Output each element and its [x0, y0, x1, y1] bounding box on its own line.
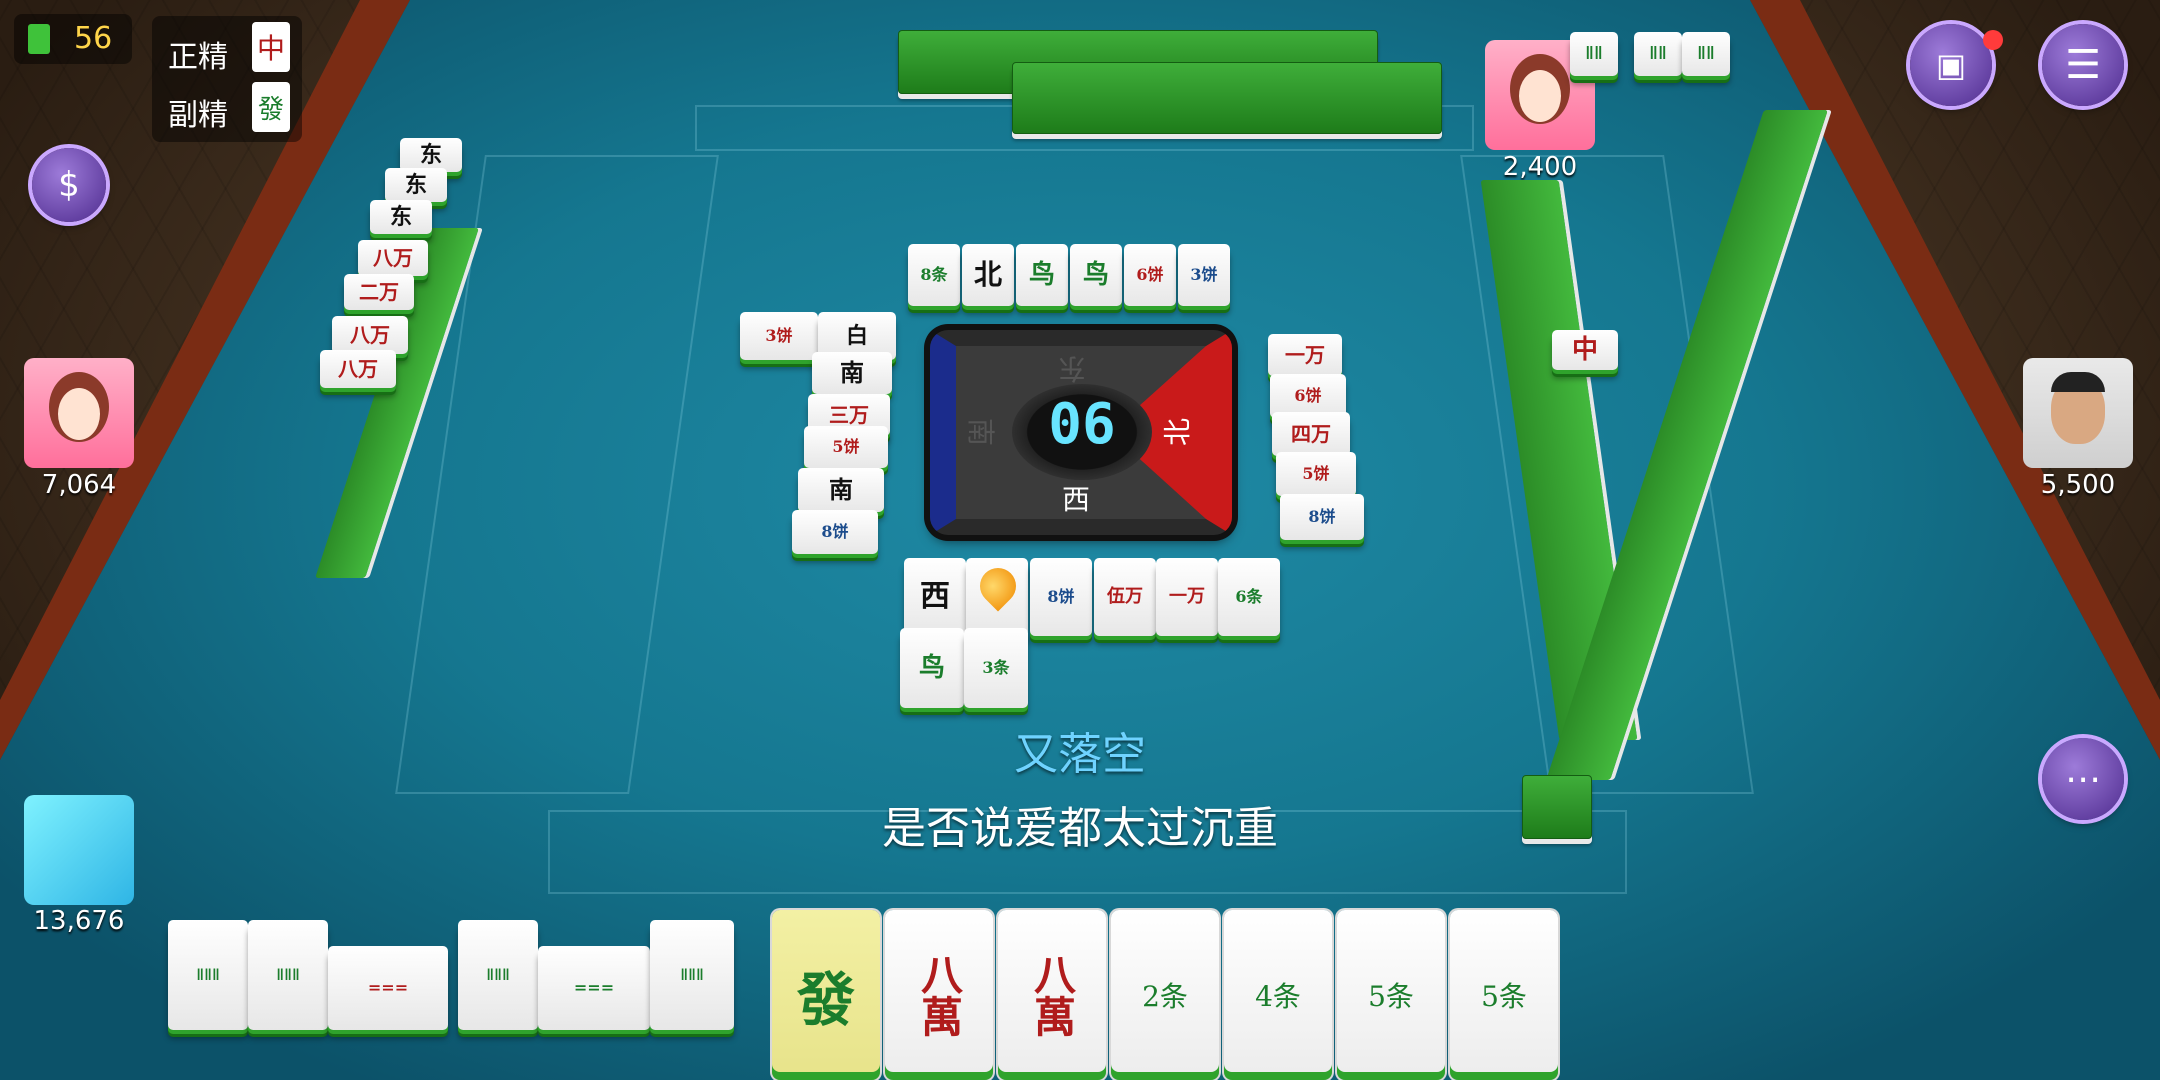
right-extra-tile — [1522, 775, 1592, 839]
hand-tile-7[interactable]: 5条 — [1450, 910, 1558, 1080]
gem-icon — [28, 24, 50, 54]
avatar-right[interactable] — [2023, 358, 2133, 468]
main-jing-label: 正精 — [168, 40, 228, 75]
main-jing-tile: 中 — [252, 22, 290, 72]
menu-icon[interactable]: ☰ — [2042, 24, 2124, 106]
countdown: 06 — [1048, 392, 1116, 457]
score-left: 7,064 — [41, 470, 117, 500]
sub-jing-label: 副精 — [168, 98, 228, 133]
sub-jing-tile: 發 — [252, 82, 290, 132]
score-right: 5,500 — [2040, 470, 2116, 500]
hand-tile-6[interactable]: 5条 — [1337, 910, 1445, 1080]
hand-tile-2[interactable]: 八萬 — [885, 910, 993, 1080]
dial-north: 北 — [1161, 417, 1195, 447]
notify-dot — [1983, 30, 2003, 50]
right-flipped-tile: 中 — [1552, 330, 1618, 370]
avatar-self[interactable] — [24, 795, 134, 905]
gem-count: 56 — [74, 21, 113, 56]
jing-panel: 正精 中 副精 發 — [152, 16, 302, 142]
hand-tile-4[interactable]: 2条 — [1111, 910, 1219, 1080]
hand-tile-5[interactable]: 4条 — [1224, 910, 1332, 1080]
lyrics-line-1: 又落空 — [1014, 729, 1146, 780]
gem-counter: 56 — [14, 14, 132, 64]
dial-south: 南 — [964, 417, 998, 447]
treasure-icon[interactable]: ▣ — [1910, 24, 1992, 106]
score-top: 2,400 — [1502, 152, 1578, 182]
hand-tile-1[interactable]: 發 — [772, 910, 880, 1080]
dial-west: 西 — [1062, 483, 1091, 516]
score-self: 13,676 — [33, 906, 125, 936]
direction-dial: 东 南 北 西 06 — [930, 330, 1232, 535]
lyrics-line-2: 是否说爱都太过沉重 — [882, 803, 1278, 854]
turn-pin-icon — [972, 560, 1024, 620]
hand-tile-3[interactable]: 八萬 — [998, 910, 1106, 1080]
avatar-left[interactable] — [24, 358, 134, 468]
chat-icon[interactable]: ⋯ — [2042, 738, 2124, 820]
coin-plus-icon[interactable]: $ — [32, 148, 106, 222]
